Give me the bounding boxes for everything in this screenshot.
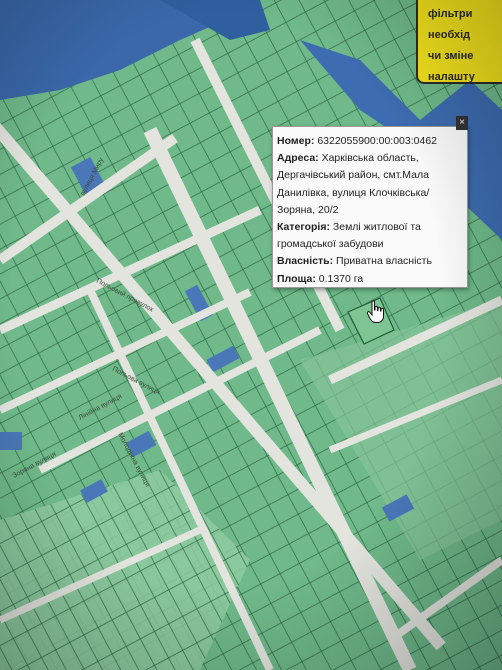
cadastral-map[interactable]: вулиця Миру Польовий провулок Польова ву… [0, 0, 502, 670]
info-notice: фільтри необхід чи зміне налашту [416, 0, 502, 84]
parcel-category-row: Категорія: Землі житлової та громадської… [277, 219, 461, 253]
parcel-category-label: Категорія: [277, 221, 330, 234]
notice-line: фільтри [428, 8, 473, 20]
parcel-info-popup: Номер: 6322055900:00:003:0462 Адреса: Ха… [272, 126, 468, 288]
notice-line: чи зміне [428, 50, 474, 62]
parcel-ownership-label: Власність: [277, 255, 334, 268]
parcel-number-value: 6322055900:00:003:0462 [317, 135, 438, 147]
parcel-area-value: 0.1370 га [318, 272, 364, 285]
parcel-number-row: Номер: 6322055900:00:003:0462 [277, 133, 461, 150]
parcel-ownership-row: Власність: Приватна власність [277, 253, 461, 270]
parcel-area-label: Площа: [277, 272, 316, 285]
parcel-address-row: Адреса: Харківська область, Дергачівськи… [277, 150, 461, 219]
hand-cursor-icon [366, 300, 384, 323]
parcel-ownership-value: Приватна власність [336, 255, 432, 268]
notice-line: необхід [428, 29, 471, 41]
parcel-number-label: Номер: [277, 135, 315, 147]
close-popup-button[interactable]: × [456, 116, 468, 130]
parcel-area-row: Площа: 0.1370 га [277, 271, 461, 288]
parcel-address-label: Адреса: [277, 152, 319, 165]
notice-line: налашту [428, 71, 475, 83]
communal-parcel [0, 432, 22, 450]
